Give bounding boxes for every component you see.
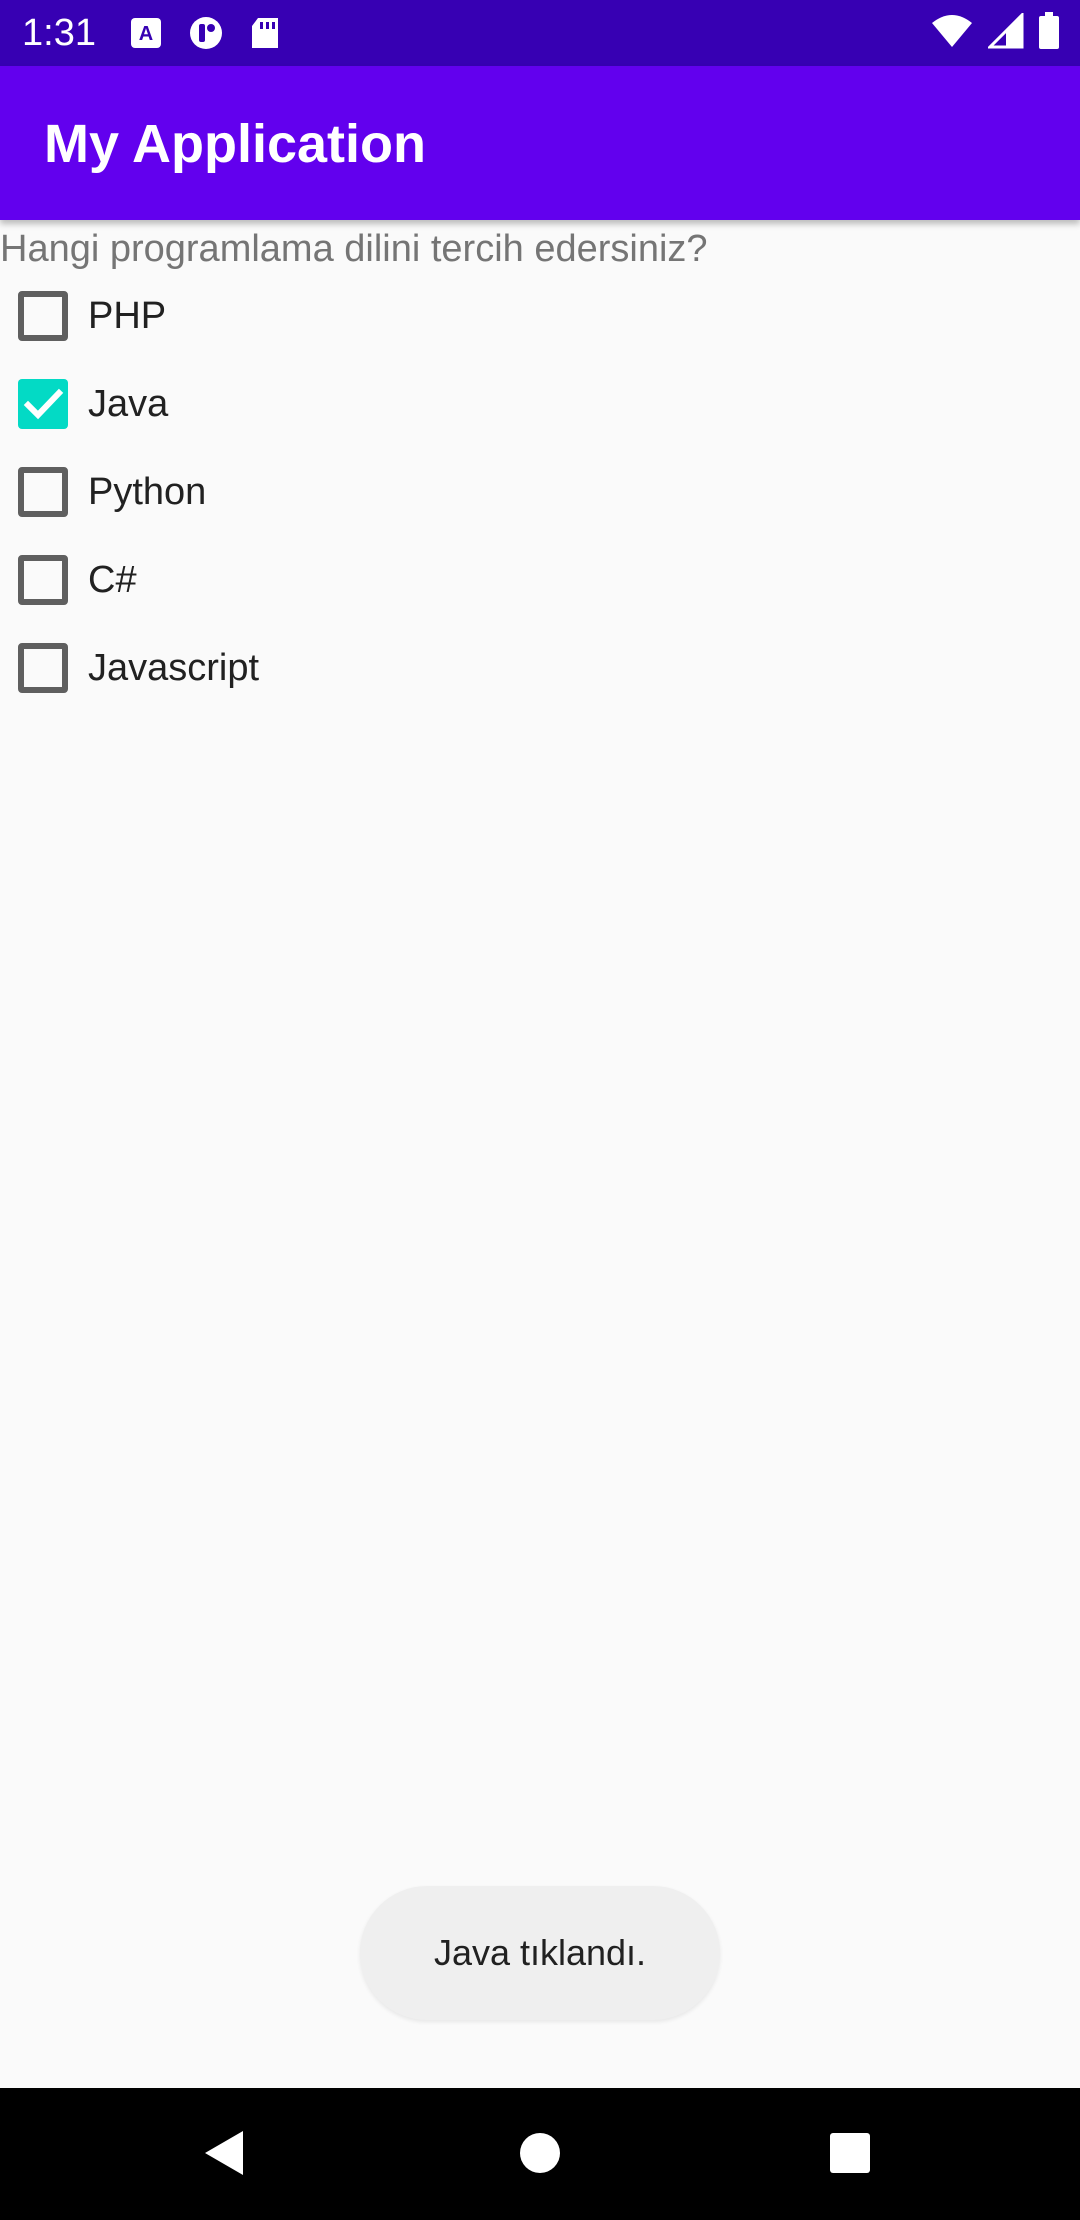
toast: Java tıklandı. [360, 1886, 720, 2020]
checkbox-option-java[interactable]: Java [0, 360, 1080, 448]
status-icons-left: A [128, 14, 284, 52]
checkbox-option-javascript[interactable]: Javascript [0, 624, 1080, 712]
home-button[interactable] [505, 2118, 575, 2188]
status-icons-right [930, 12, 1060, 50]
app-bar: My Application [0, 66, 1080, 220]
text-a-icon: A [131, 18, 161, 48]
back-button[interactable] [190, 2118, 260, 2188]
checkbox[interactable] [18, 555, 68, 605]
checkbox-option-python[interactable]: Python [0, 448, 1080, 536]
checkbox[interactable] [18, 643, 68, 693]
status-bar: 1:31 A [0, 0, 1080, 66]
question-label: Hangi programlama dilini tercih edersini… [0, 228, 708, 270]
checkmark-icon [23, 388, 64, 420]
app-icon [190, 17, 222, 49]
svg-text:A: A [139, 23, 153, 45]
option-label: Javascript [88, 647, 260, 689]
option-label: C# [88, 559, 137, 601]
checkbox[interactable] [18, 291, 68, 341]
home-icon [520, 2133, 560, 2173]
wifi-icon [932, 15, 972, 47]
sd-card-icon [252, 18, 278, 48]
status-time: 1:31 [22, 12, 96, 54]
recents-button[interactable] [815, 2118, 885, 2188]
recents-icon [830, 2133, 870, 2173]
battery-icon [1039, 12, 1059, 49]
back-icon [205, 2131, 243, 2175]
option-label: PHP [88, 295, 167, 337]
checkbox[interactable] [18, 467, 68, 517]
checkbox[interactable] [18, 379, 68, 429]
option-label: Python [88, 471, 207, 513]
navigation-bar [0, 2088, 1080, 2220]
checkbox-option-csharp[interactable]: C# [0, 536, 1080, 624]
checkbox-option-php[interactable]: PHP [0, 272, 1080, 360]
option-label: Java [88, 383, 169, 425]
options-list: PHP Java Python C# Javascript [0, 272, 1080, 712]
app-title: My Application [44, 114, 427, 174]
toast-text: Java tıklandı. [433, 1932, 647, 1973]
signal-icon [988, 13, 1024, 49]
